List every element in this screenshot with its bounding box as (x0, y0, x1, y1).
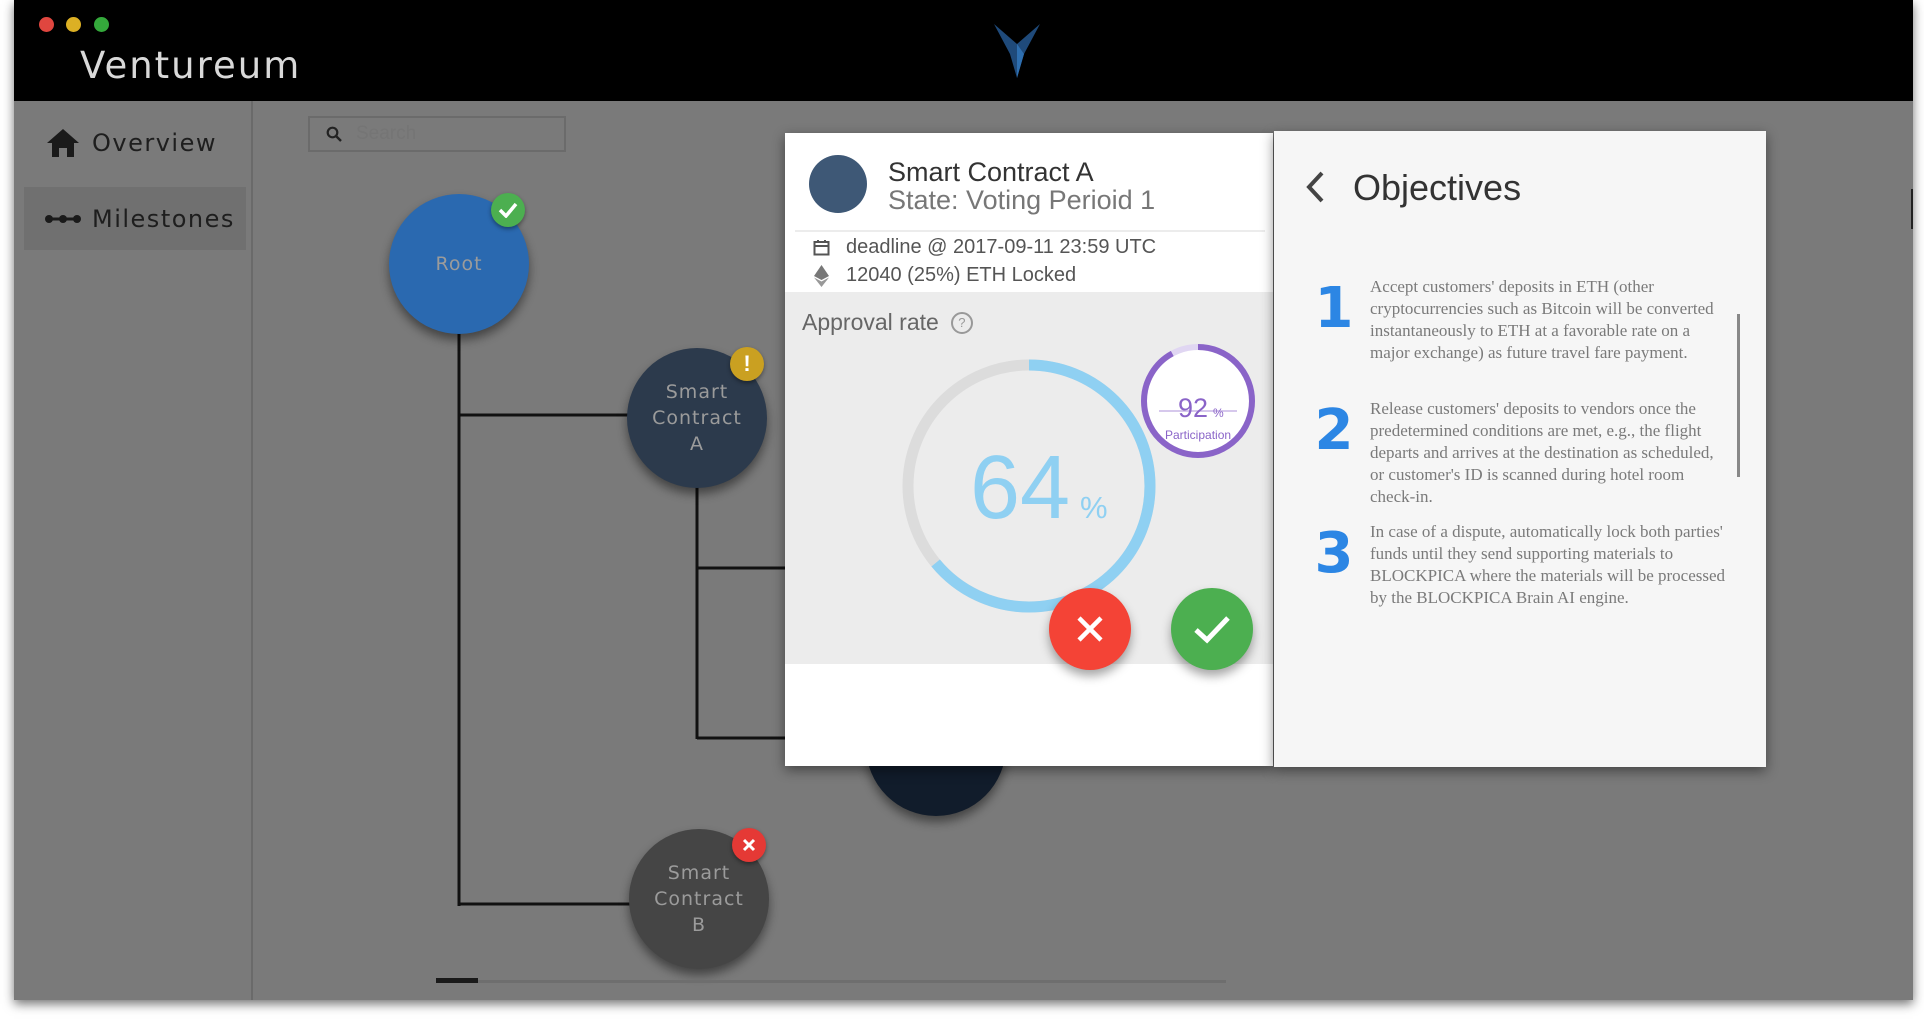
approve-button[interactable] (1171, 588, 1253, 670)
calendar-icon (813, 239, 830, 256)
objective-text: In case of a dispute, automatically lock… (1370, 522, 1726, 607)
reject-button[interactable] (1049, 588, 1131, 670)
maximize-window-button[interactable] (94, 17, 109, 32)
vertical-scrollbar-thumb[interactable] (1911, 189, 1913, 229)
app-title: Ventureum (80, 44, 302, 87)
divider (795, 230, 1265, 232)
objectives-panel: Objectives 1 Accept customers' deposits … (1274, 131, 1766, 767)
locked-text: 12040 (25%) ETH Locked (846, 264, 1077, 286)
participation-label: Participation (1165, 428, 1232, 442)
sidebar: Overview Milestones (14, 101, 253, 1000)
objective-number: 2 (1314, 398, 1354, 463)
sidebar-item-milestones[interactable]: Milestones (24, 187, 246, 250)
milestones-icon (38, 213, 88, 225)
objectives-title: Objectives (1353, 167, 1522, 208)
approval-section: Approval rate ? 64 % 92 % Participation (785, 292, 1273, 670)
warning-icon: ! (730, 347, 764, 381)
ethereum-icon (813, 264, 830, 287)
card-title: Smart Contract A (888, 157, 1094, 187)
locked-row: 12040 (25%) ETH Locked (813, 264, 1076, 287)
title-bar: Ventureum (14, 0, 1913, 101)
back-chevron-icon[interactable] (1304, 169, 1326, 205)
approval-rate-value: 64 (970, 438, 1071, 538)
sidebar-item-label: Milestones (92, 204, 235, 233)
objective-text: Accept customers' deposits in ETH (other… (1370, 277, 1714, 362)
deadline-row: deadline @ 2017-09-11 23:59 UTC (813, 236, 1156, 259)
sidebar-item-label: Overview (92, 128, 217, 157)
app-window: Ventureum Overview Milestones Search Roo… (14, 0, 1913, 1000)
objective-text: Release customers' deposits to vendors o… (1370, 399, 1714, 506)
objective-number: 3 (1314, 521, 1354, 586)
participation-value: 92 (1178, 393, 1209, 423)
approval-label-text: Approval rate (802, 309, 939, 335)
minimize-window-button[interactable] (66, 17, 81, 32)
approval-label: Approval rate ? (802, 309, 973, 336)
close-icon (1075, 614, 1105, 644)
check-icon (1192, 614, 1232, 644)
close-window-button[interactable] (39, 17, 54, 32)
ventureum-logo-icon (994, 24, 1040, 83)
help-icon[interactable]: ? (950, 311, 973, 334)
contract-avatar (809, 155, 867, 213)
home-icon (38, 128, 88, 158)
objective-number: 1 (1314, 276, 1354, 341)
node-label: Smart Contract B (654, 862, 744, 936)
objectives-scrollbar[interactable] (1737, 314, 1740, 477)
horizontal-scrollbar-track[interactable] (436, 980, 1226, 983)
approved-check-icon (491, 193, 525, 227)
node-label: Smart Contract A (652, 381, 742, 455)
card-state: State: Voting Perioid 1 (888, 185, 1156, 215)
contract-detail-card: Smart Contract A State: Voting Perioid 1… (785, 133, 1273, 766)
deadline-text: deadline @ 2017-09-11 23:59 UTC (846, 236, 1157, 258)
sidebar-item-overview[interactable]: Overview (24, 111, 246, 174)
approval-rate-unit: % (1080, 490, 1108, 525)
horizontal-scrollbar-thumb[interactable] (436, 978, 478, 983)
rejected-x-icon (732, 828, 766, 862)
participation-unit: % (1213, 406, 1224, 420)
node-label: Root (435, 253, 483, 275)
